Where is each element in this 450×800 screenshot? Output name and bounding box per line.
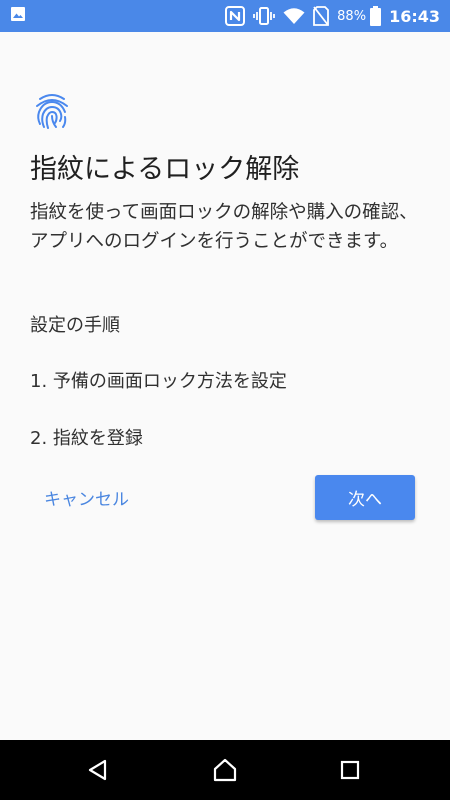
cancel-button[interactable]: キャンセル — [30, 475, 146, 519]
status-bar: 88% 16:43 — [0, 0, 450, 32]
nfc-icon — [225, 6, 246, 26]
page-description: 指紋を使って画面ロックの解除や購入の確認、アプリへのログインを行うことができます… — [30, 202, 418, 252]
steps-heading: 設定の手順 — [30, 315, 120, 336]
step-item: 2. 指紋を登録 — [30, 428, 143, 449]
vibrate-icon — [253, 6, 276, 26]
status-clock: 16:43 — [389, 6, 440, 26]
navigation-bar — [0, 740, 450, 800]
fingerprint-icon — [32, 90, 72, 130]
back-icon[interactable] — [82, 754, 114, 786]
fingerprint-setup-screen: 指紋によるロック解除 指紋を使って画面ロックの解除や購入の確認、アプリへのログイ… — [0, 32, 450, 740]
battery-icon — [370, 6, 382, 26]
recents-icon[interactable] — [334, 754, 366, 786]
step-item: 1. 予備の画面ロック方法を設定 — [30, 371, 287, 392]
wifi-icon — [283, 7, 305, 25]
battery-percent: 88% — [337, 8, 367, 24]
next-button[interactable]: 次へ — [315, 475, 415, 520]
home-icon[interactable] — [209, 754, 241, 786]
no-sim-icon — [313, 6, 330, 26]
page-title: 指紋によるロック解除 — [30, 154, 300, 185]
image-icon — [10, 6, 26, 26]
